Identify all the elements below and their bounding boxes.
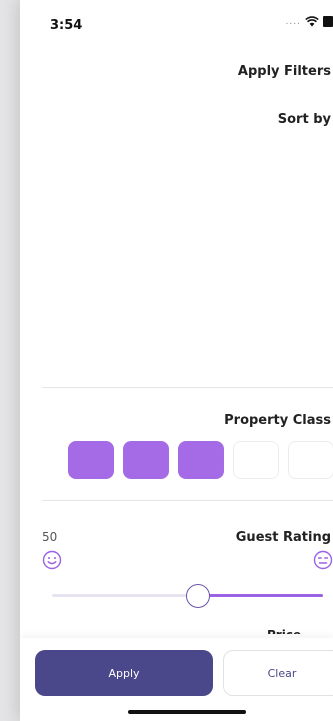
property-class-box-4[interactable] (233, 441, 279, 479)
smile-face-icon (42, 550, 62, 570)
next-section-peek: Price Range (267, 626, 327, 634)
bottom-action-bar: Apply Clear (20, 638, 333, 721)
home-indicator (128, 710, 246, 714)
status-time: 3:54 (50, 18, 83, 33)
page-title: Apply Filters (237, 64, 331, 79)
property-class-box-3[interactable] (178, 441, 224, 479)
signal-icon: .... (285, 16, 301, 27)
slider-fill (198, 594, 323, 597)
property-class-box-1[interactable] (68, 441, 114, 479)
property-class-box-5[interactable] (288, 441, 333, 479)
slider-thumb[interactable] (186, 584, 210, 608)
status-icons: .... (286, 16, 333, 27)
neutral-face-icon (313, 550, 333, 570)
status-bar: 3:54 .... (20, 0, 333, 48)
clear-button[interactable]: Clear (223, 650, 333, 696)
property-class-box-2[interactable] (123, 441, 169, 479)
sort-by-title: Sort by (277, 112, 331, 127)
apply-button[interactable]: Apply (35, 650, 213, 696)
divider (42, 387, 333, 388)
wifi-icon (305, 16, 319, 27)
guest-rating-value: 50 (42, 530, 58, 544)
guest-rating-title: Guest Rating (235, 530, 331, 545)
property-class-title: Property Class (224, 413, 331, 428)
guest-rating-slider[interactable] (52, 584, 333, 608)
battery-icon (323, 16, 333, 27)
divider (42, 500, 333, 501)
filter-screen: 3:54 .... Apply Filters Sort by Property… (20, 0, 333, 721)
property-class-selector (68, 441, 333, 479)
